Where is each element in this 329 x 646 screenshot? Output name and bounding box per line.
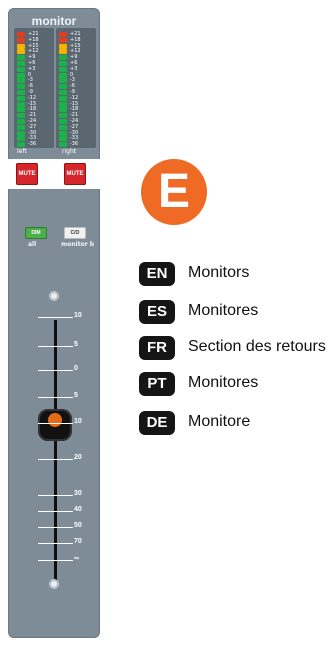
meter-led [59, 37, 67, 43]
meter-led [17, 72, 25, 78]
cio-button[interactable]: C/O [64, 227, 86, 239]
fader-tick [38, 423, 73, 424]
meter-led [17, 61, 25, 66]
right-meter-caption: right [62, 148, 77, 155]
meter-led [59, 66, 67, 72]
language-code-badge: FR [139, 336, 175, 360]
fader-scale-label: 5 [74, 392, 78, 399]
meter-led [59, 101, 67, 107]
meter-led [17, 107, 25, 113]
cio-label: C/O [70, 230, 80, 236]
meter-led [17, 78, 25, 84]
fader-tick [38, 543, 73, 544]
section-e-badge: E [141, 159, 207, 225]
fader-scale-label: 40 [74, 506, 82, 513]
fader-scale-label: 30 [74, 490, 82, 497]
dim-button[interactable]: DIM [25, 227, 47, 239]
right-meter: +21 +18 +15 +12 +9 +6 +3 0 -3 -6 -9 -12 -15 -18 -21 -24… [56, 28, 96, 148]
dim-label: DIM [31, 230, 41, 236]
left-meter: +21 +18 +15 +12 +9 +6 +3 0 -3 -6 -9 -12 -15 -18 -21 -24… [14, 28, 54, 148]
fader-scale-label: 0 [74, 365, 78, 372]
fader-scale-label: 50 [74, 522, 82, 529]
language-code-badge: EN [139, 262, 175, 286]
monitor-strip: monitor +21 +18 +15 +12 +9 +6 +3 0 -3 -6 -9 -12 -15-… [8, 8, 100, 638]
monitor-b-caption: monitor b [61, 241, 95, 248]
fader-scale-label: 20 [74, 454, 82, 461]
meter-led [59, 49, 67, 55]
language-label: Section des retours [188, 338, 326, 355]
language-label: Monitores [188, 302, 259, 319]
meter-led [17, 55, 25, 61]
bottom-screw [49, 579, 59, 589]
meter-led [59, 84, 67, 90]
fader-tick [38, 346, 73, 347]
meter-led [17, 95, 25, 101]
meter-led [59, 55, 67, 61]
mute-right-button[interactable]: MUTE [64, 163, 86, 185]
top-screw [49, 291, 59, 301]
fader-tick [38, 511, 73, 512]
meter-led [59, 136, 67, 142]
meter-led [17, 66, 25, 72]
meter-led [59, 32, 67, 37]
meter-scale-label: -36 [28, 141, 37, 148]
meter-led [59, 43, 67, 49]
meter-led [17, 43, 25, 49]
fader-tick [38, 495, 73, 496]
fader-track [54, 320, 57, 580]
meter-led [17, 136, 25, 142]
meter-led [59, 72, 67, 78]
meter-led [59, 124, 67, 130]
meter-led [17, 90, 25, 95]
fader-scale-label: 10 [74, 418, 82, 425]
meter-led [17, 49, 25, 55]
mute-panel: MUTE MUTE [8, 159, 100, 189]
meter-led [17, 113, 25, 119]
dim-caption: all [28, 241, 37, 248]
language-code-badge: DE [139, 411, 175, 435]
fader-scale-label: ∞ [74, 555, 79, 562]
fader-tick [38, 370, 73, 371]
fader-scale-label: 10 [74, 312, 82, 319]
fader-tick [38, 560, 73, 561]
meter-led [59, 113, 67, 119]
fader-tick [38, 397, 73, 398]
meter-led [17, 130, 25, 136]
meter-led [59, 95, 67, 101]
fader-tick [38, 459, 73, 460]
meter-led [17, 37, 25, 43]
fader-scale-label: 5 [74, 341, 78, 348]
strip-title: monitor [31, 14, 77, 28]
fader-scale-label: 70 [74, 538, 82, 545]
meter-led [59, 90, 67, 95]
fader-tick [38, 527, 73, 528]
meter-led [59, 61, 67, 66]
meter-led [17, 119, 25, 124]
language-label: Monitores [188, 374, 259, 391]
language-code-badge: PT [139, 372, 175, 396]
meter-led [17, 142, 25, 148]
meter-led [17, 124, 25, 130]
language-label: Monitore [188, 413, 251, 430]
fader-knob-core [48, 413, 62, 427]
meter-led [59, 142, 67, 148]
meter-led [59, 119, 67, 124]
meter-led [59, 107, 67, 113]
meter-scale-label: -36 [70, 141, 79, 148]
left-meter-caption: left [17, 148, 27, 155]
meter-led [17, 101, 25, 107]
meter-led [59, 78, 67, 84]
fader-tick [38, 317, 73, 318]
mute-left-button[interactable]: MUTE [16, 163, 38, 185]
meter-led [17, 32, 25, 37]
language-code-badge: ES [139, 300, 175, 324]
meter-led [59, 130, 67, 136]
meter-led [17, 84, 25, 90]
language-label: Monitors [188, 264, 250, 281]
